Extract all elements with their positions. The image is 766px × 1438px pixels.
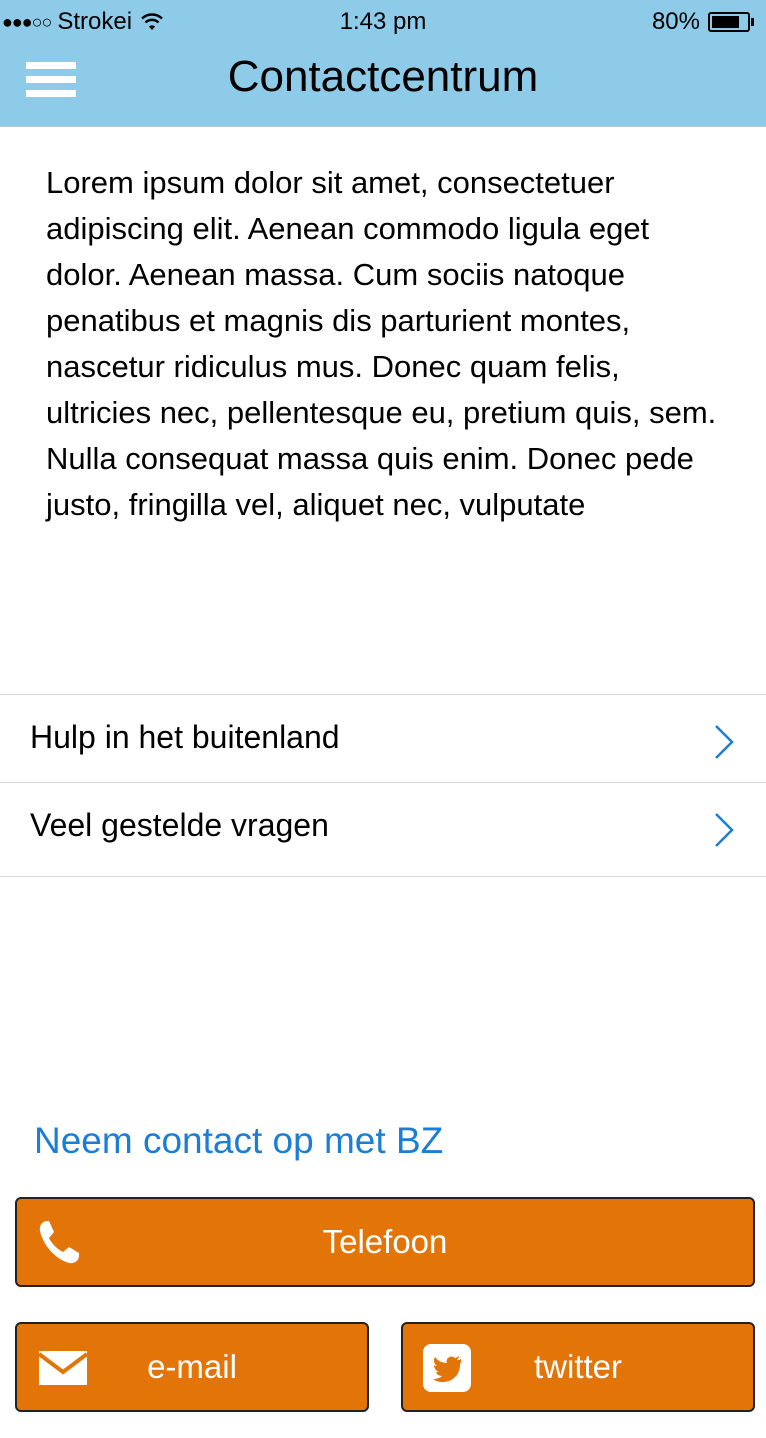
list-item-hulp-buitenland[interactable]: Hulp in het buitenland (0, 695, 766, 783)
intro-text: Lorem ipsum dolor sit amet, consectetuer… (46, 165, 717, 522)
twitter-button-label: twitter (533, 1348, 622, 1385)
twitter-button[interactable]: twitter (401, 1322, 755, 1412)
battery-status: 80% (652, 8, 754, 36)
phone-button[interactable]: Telefoon (15, 1197, 755, 1287)
email-button[interactable]: e-mail (15, 1322, 369, 1412)
email-button-label: e-mail (147, 1348, 237, 1385)
battery-fill (712, 16, 740, 28)
list-item-label: Veel gestelde vragen (30, 807, 329, 843)
chevron-right-icon (715, 725, 734, 759)
list-item-veelgestelde-vragen[interactable]: Veel gestelde vragen (0, 783, 766, 877)
nav-header: ●●●○○ Strokei 1:43 pm 80% Contactcentrum (0, 0, 766, 127)
status-bar: ●●●○○ Strokei 1:43 pm 80% (0, 0, 766, 40)
contact-heading: Neem contact op met BZ (34, 1120, 444, 1161)
list-item-label: Hulp in het buitenland (30, 719, 340, 755)
link-list: Hulp in het buitenland Veel gestelde vra… (0, 694, 766, 877)
chevron-right-icon (715, 813, 734, 847)
page-title: Contactcentrum (227, 52, 539, 101)
battery-percent: 80% (651, 8, 700, 35)
battery-icon (708, 12, 750, 32)
phone-button-label: Telefoon (322, 1223, 448, 1260)
battery-tip (751, 18, 754, 26)
